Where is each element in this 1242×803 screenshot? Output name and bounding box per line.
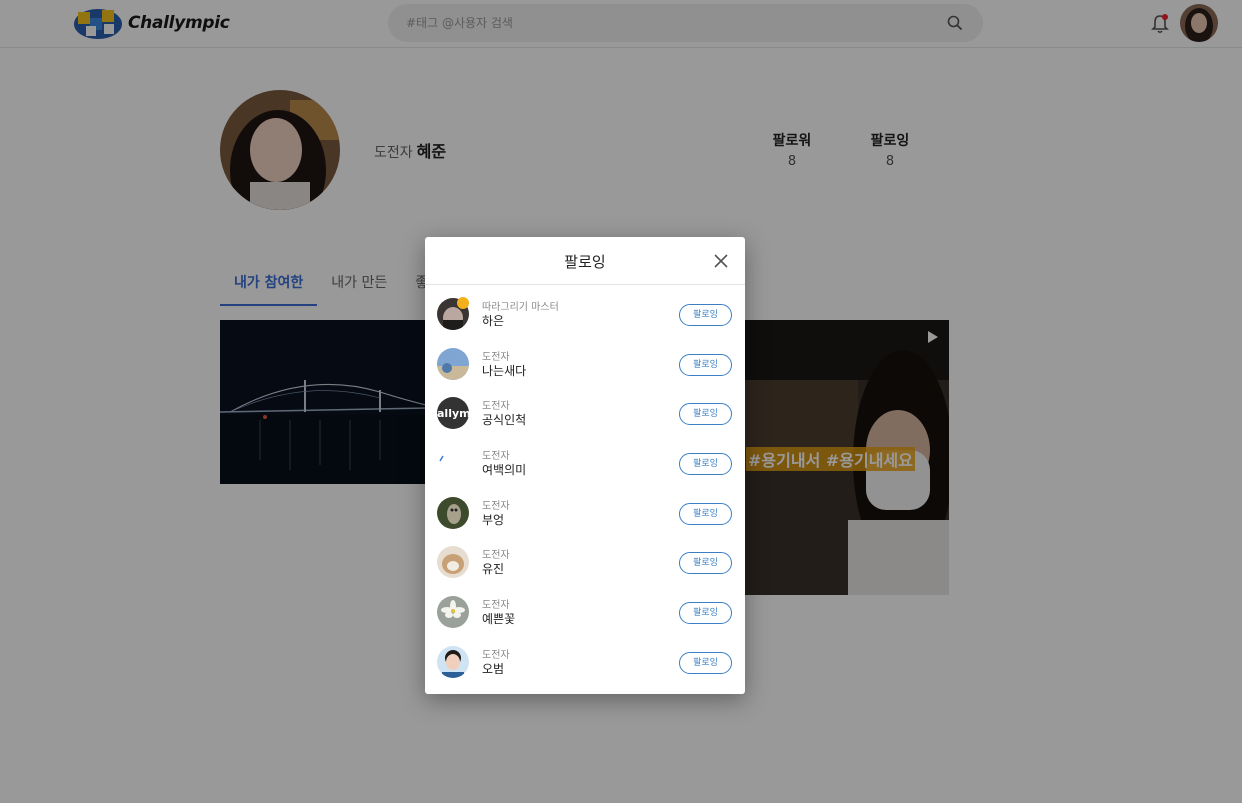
- user-name[interactable]: 예쁜꽃: [482, 610, 515, 627]
- user-avatar[interactable]: [437, 546, 469, 579]
- following-button[interactable]: 팔로잉: [679, 304, 732, 326]
- list-item[interactable]: 도전자 예쁜꽃 팔로잉: [425, 592, 745, 642]
- list-item[interactable]: allym 도전자 공식인척 팔로잉: [425, 393, 745, 443]
- svg-text:allym: allym: [437, 407, 469, 420]
- user-avatar[interactable]: [437, 447, 469, 480]
- following-button[interactable]: 팔로잉: [679, 552, 732, 575]
- user-title: 도전자: [482, 401, 510, 413]
- list-item[interactable]: 도전자 여백의미 팔로잉: [425, 443, 745, 493]
- user-title: 따라그리기 마스터: [482, 302, 559, 313]
- user-avatar[interactable]: [437, 645, 469, 678]
- user-name[interactable]: 부엉: [482, 511, 504, 528]
- user-avatar[interactable]: allym: [437, 397, 469, 430]
- modal-header: 팔로잉: [425, 237, 745, 285]
- close-icon[interactable]: [713, 253, 729, 269]
- following-button[interactable]: 팔로잉: [679, 353, 732, 376]
- user-name[interactable]: 하은: [482, 312, 504, 329]
- user-avatar[interactable]: [437, 596, 469, 629]
- user-title: 도전자: [482, 500, 510, 512]
- list-item[interactable]: 도전자 유진 팔로잉: [425, 542, 745, 592]
- list-item[interactable]: 도전자 나는새다 팔로잉: [425, 344, 745, 394]
- user-name[interactable]: 공식인척: [482, 411, 526, 428]
- user-title: 도전자: [482, 550, 510, 562]
- user-title: 도전자: [482, 351, 510, 363]
- following-button[interactable]: 팔로잉: [679, 651, 732, 674]
- modal-title: 팔로잉: [564, 253, 606, 271]
- following-list: 따라그리기 마스터 하은 팔로잉 도전자 나는새다 팔로잉 allym 도전자 …: [425, 285, 745, 692]
- following-modal: 팔로잉 따라그리기 마스터 하은 팔로잉 도전자 나는새다 팔로잉 allym …: [425, 237, 745, 694]
- user-avatar[interactable]: [437, 347, 469, 380]
- user-avatar[interactable]: [437, 496, 469, 529]
- following-button[interactable]: 팔로잉: [679, 453, 732, 476]
- following-button[interactable]: 팔로잉: [679, 502, 732, 525]
- following-button[interactable]: 팔로잉: [679, 403, 732, 426]
- user-name[interactable]: 오범: [482, 660, 504, 677]
- user-name[interactable]: 나는새다: [482, 362, 526, 379]
- user-title: 도전자: [482, 649, 510, 661]
- medal-badge-icon: [457, 297, 469, 309]
- user-name[interactable]: 유진: [482, 560, 504, 577]
- user-title: 도전자: [482, 451, 510, 463]
- user-name[interactable]: 여백의미: [482, 461, 526, 478]
- list-item[interactable]: 도전자 부엉 팔로잉: [425, 493, 745, 543]
- user-title: 도전자: [482, 600, 510, 612]
- list-item[interactable]: 도전자 오범 팔로잉: [425, 642, 745, 692]
- list-item[interactable]: 따라그리기 마스터 하은 팔로잉: [425, 294, 745, 344]
- following-button[interactable]: 팔로잉: [679, 602, 732, 625]
